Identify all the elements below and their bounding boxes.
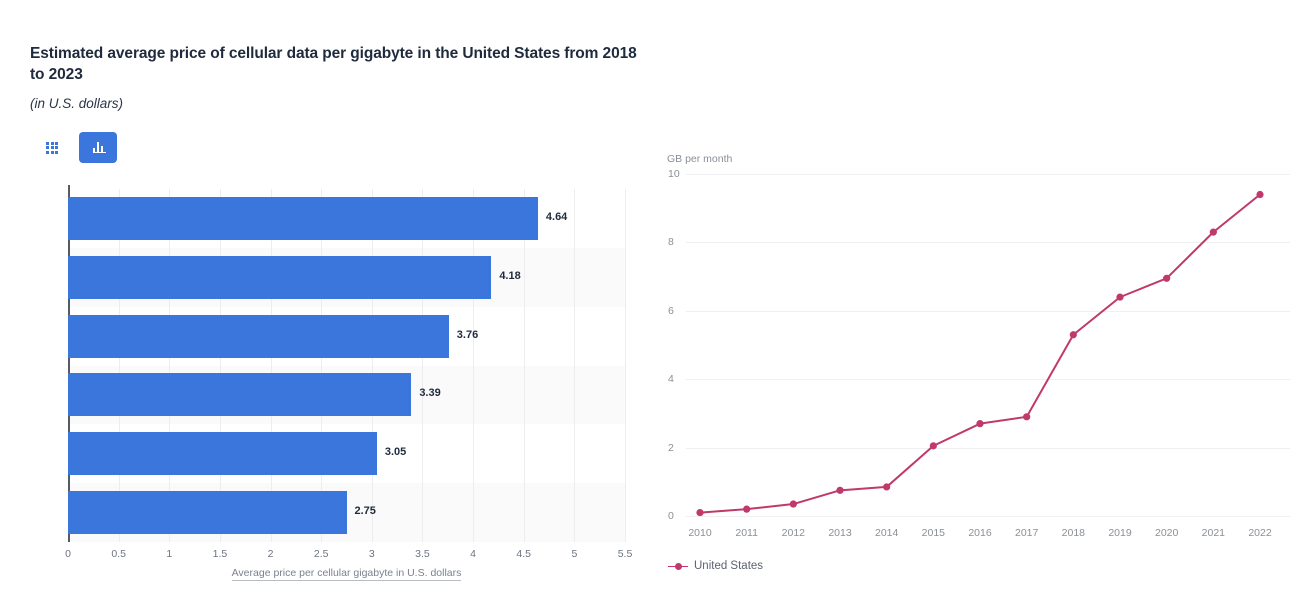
bar-chart-gridline — [574, 189, 576, 542]
bar-rect[interactable] — [68, 314, 449, 358]
legend-label: United States — [694, 560, 764, 572]
bar-chart-x-axis-title: Average price per cellular gigabyte in U… — [68, 567, 625, 581]
bar-chart-x-tick-label: 1.5 — [212, 548, 228, 560]
line-data-point[interactable] — [976, 420, 984, 428]
bar-chart-gridline — [270, 189, 272, 542]
line-series-path — [699, 193, 1261, 514]
bar-chart-x-tick-label: 3 — [368, 548, 375, 560]
bar-chart-gridline — [118, 189, 120, 542]
bar-chart-x-axis-title-text: Average price per cellular gigabyte in U… — [231, 567, 462, 581]
line-data-point[interactable] — [1069, 331, 1077, 339]
line-data-point[interactable] — [743, 505, 751, 513]
bar-chart-panel: Estimated average price of cellular data… — [0, 0, 660, 592]
line-data-point[interactable] — [1256, 190, 1264, 199]
bar-chart-x-tick-label: 2.5 — [313, 548, 329, 560]
bar-rect[interactable] — [68, 432, 377, 476]
line-chart-plot: 0 2 4 6 8 10 2010 2011 2012 2013 2014 2015 2016 2017… — [660, 0, 1316, 592]
bar-chart-gridline — [321, 189, 323, 542]
view-toggle-group — [33, 132, 117, 163]
legend-item-united-states[interactable]: United States — [668, 560, 763, 572]
bar-value-label: 3.05 — [384, 446, 407, 459]
bar-chart-x-tick-label: 2 — [267, 548, 274, 560]
bar-chart-gridline — [422, 189, 424, 542]
bar-chart-gridline — [219, 189, 221, 542]
grid-icon — [46, 141, 58, 154]
bar-chart-x-tick-label: 4 — [470, 548, 476, 560]
bar-chart-gridline — [625, 189, 626, 542]
bar-rect[interactable] — [68, 255, 492, 299]
bar-chart-x-tick-label: 1 — [166, 548, 173, 560]
line-data-point[interactable] — [1163, 274, 1171, 282]
bar-value-label: 4.18 — [499, 269, 521, 282]
bar-value-label: 4.64 — [545, 210, 568, 223]
line-data-point[interactable] — [883, 483, 891, 491]
bar-value-label: 3.76 — [456, 328, 479, 341]
bar-chart-x-tick-label: 0 — [65, 548, 71, 560]
bar-value-label: 3.39 — [419, 387, 441, 400]
line-chart-series-svg — [696, 190, 1264, 517]
bar-chart-x-tick-label: 5 — [571, 548, 578, 560]
bar-chart-gridline — [473, 189, 475, 542]
chart-view-button[interactable] — [79, 132, 117, 163]
line-data-point[interactable] — [696, 508, 704, 517]
bar-chart-gridline — [371, 189, 373, 542]
line-chart-panel: GB per month 0 2 4 6 8 10 2010 2011 2012 2013 201… — [660, 0, 1316, 592]
legend-marker-icon — [668, 562, 688, 571]
line-data-point[interactable] — [789, 500, 797, 508]
bar-chart-gridline — [169, 189, 171, 542]
line-data-point[interactable] — [836, 486, 844, 494]
page-subtitle: (in U.S. dollars) — [30, 96, 124, 111]
bar-chart-icon — [92, 142, 106, 153]
bar-rect[interactable] — [68, 373, 412, 417]
bar-chart-x-tick-label: 4.5 — [516, 548, 532, 560]
line-data-point[interactable] — [1116, 293, 1124, 301]
bar-rect[interactable] — [68, 196, 538, 240]
bar-chart-plot: 4.6420184.1820193.7620203.3920213.052022… — [65, 185, 632, 581]
line-data-point[interactable] — [929, 442, 937, 450]
line-data-point[interactable] — [1209, 228, 1217, 236]
bar-chart-x-tick-label: 5.5 — [617, 548, 633, 560]
bar-chart-x-tick-label: 3.5 — [415, 548, 430, 560]
bar-chart-x-tick-label: 0.5 — [111, 548, 126, 560]
page-title: Estimated average price of cellular data… — [30, 45, 637, 83]
table-view-button[interactable] — [33, 132, 71, 163]
bar-value-label: 2.75 — [354, 505, 376, 518]
line-data-point[interactable] — [1023, 413, 1031, 421]
bar-rect[interactable] — [68, 491, 347, 535]
bar-chart-gridline — [523, 189, 525, 542]
